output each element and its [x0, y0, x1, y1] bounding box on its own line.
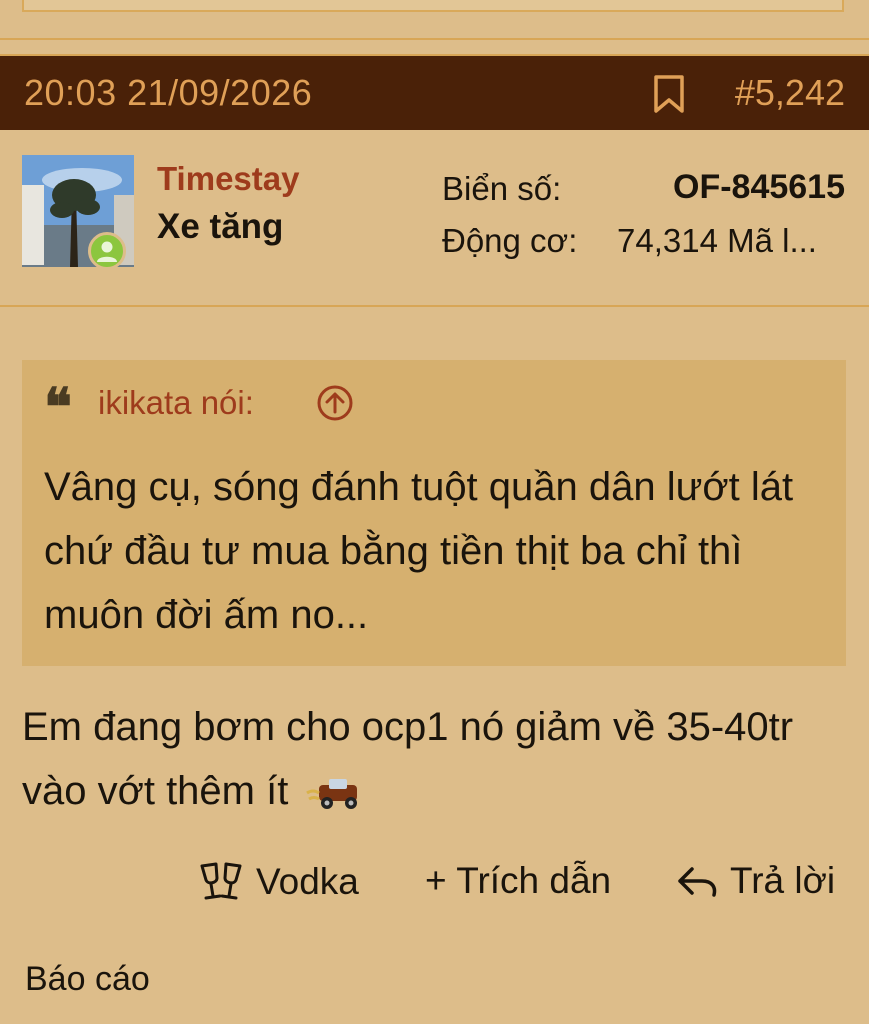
previous-post-box	[22, 0, 844, 12]
quote-mark-icon: ❝	[44, 377, 72, 438]
vodka-button[interactable]: Vodka	[196, 860, 359, 904]
post-actions: Vodka + Trích dẫn Trả lời	[0, 856, 869, 912]
quote-author-link[interactable]: ikikata nói:	[98, 384, 254, 422]
divider	[0, 38, 869, 40]
vodka-label: Vodka	[256, 861, 359, 902]
avatar[interactable]	[22, 155, 134, 270]
post-content: Em đang bơm cho ocp1 nó giảm về 35-40tr …	[22, 695, 852, 823]
cheers-glasses-icon	[200, 862, 242, 900]
reply-arrow-icon	[678, 867, 717, 897]
plate-value: OF-845615	[673, 168, 845, 206]
quote-button[interactable]: + Trích dẫn	[425, 860, 611, 902]
reply-button[interactable]: Trả lời	[676, 860, 835, 902]
username-link[interactable]: Timestay	[157, 160, 299, 198]
engine-value: 74,314 Mã l...	[617, 222, 817, 259]
post-text: Em đang bơm cho ocp1 nó giảm về 35-40tr …	[22, 705, 794, 813]
plate-label: Biển số:	[442, 170, 562, 207]
user-title: Xe tăng	[157, 207, 284, 246]
quote-text: Vâng cụ, sóng đánh tuột quần dân lướt lá…	[44, 465, 794, 637]
engine-label: Động cơ:	[442, 222, 578, 259]
online-status-icon	[88, 232, 126, 270]
reply-label: Trả lời	[730, 860, 836, 901]
quote-label: + Trích dẫn	[425, 860, 612, 901]
arrow-up-circle-icon[interactable]	[316, 384, 354, 422]
post-number[interactable]: #5,242	[735, 72, 845, 114]
car-emoji-icon	[306, 779, 358, 810]
quote-block: ❝ ikikata nói: Vâng cụ, sóng đánh tuột q…	[22, 360, 846, 666]
post-datetime[interactable]: 20:03 21/09/2026	[24, 72, 312, 114]
post-header: 20:03 21/09/2026 #5,242	[0, 54, 869, 130]
report-link[interactable]: Báo cáo	[25, 960, 150, 999]
bookmark-icon[interactable]	[652, 74, 686, 114]
divider	[0, 305, 869, 307]
